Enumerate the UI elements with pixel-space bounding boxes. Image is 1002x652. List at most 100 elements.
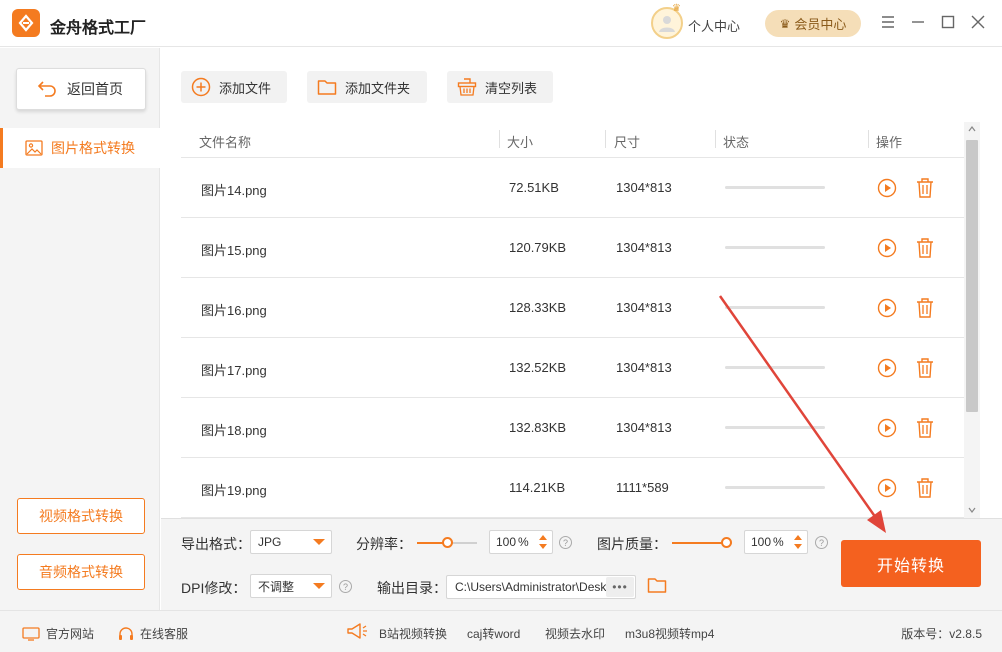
- title-bar: 金舟格式工厂 ♛ 个人中心 ♛ 会员中心: [0, 0, 1002, 47]
- file-dimensions: 1304*813: [616, 240, 672, 255]
- file-dimensions: 1304*813: [616, 300, 672, 315]
- promo-link-watermark[interactable]: 视频去水印: [545, 625, 605, 642]
- crown-icon: ♛: [672, 3, 681, 14]
- table-row[interactable]: 图片15.png 120.79KB 1304*813: [181, 218, 964, 278]
- vip-center-button[interactable]: ♛ 会员中心: [765, 10, 861, 37]
- version-label: 版本号：v2.8.5: [901, 627, 982, 641]
- video-convert-button[interactable]: 视频格式转换: [17, 498, 145, 534]
- close-icon[interactable]: [970, 14, 986, 30]
- megaphone-icon: [346, 622, 368, 643]
- trash-icon[interactable]: [915, 177, 935, 199]
- browse-button[interactable]: •••: [606, 577, 634, 597]
- resolution-label: 分辨率：: [356, 536, 412, 552]
- table-row[interactable]: 图片14.png 72.51KB 1304*813: [181, 158, 964, 218]
- trash-icon[interactable]: [915, 417, 935, 439]
- file-dimensions: 1111*589: [616, 480, 669, 495]
- help-icon[interactable]: ?: [559, 536, 572, 549]
- file-name: 图片17.png: [201, 363, 267, 378]
- basket-icon: [457, 78, 477, 96]
- home-button[interactable]: 返回首页: [16, 68, 146, 110]
- help-icon[interactable]: ?: [815, 536, 828, 549]
- resolution-spinbox[interactable]: 100 %: [489, 530, 553, 554]
- sidebar: 返回首页 图片格式转换 视频格式转换 音频格式转换: [0, 48, 160, 610]
- file-name: 图片15.png: [201, 243, 267, 258]
- start-convert-button[interactable]: 开始转换: [841, 540, 981, 587]
- quality-label: 图片质量：: [597, 536, 667, 552]
- personal-center-link[interactable]: 个人中心: [688, 16, 740, 35]
- add-file-button[interactable]: 添加文件: [181, 71, 287, 103]
- scroll-up-icon[interactable]: [968, 126, 976, 132]
- trash-icon[interactable]: [915, 477, 935, 499]
- column-separator[interactable]: [868, 130, 869, 148]
- play-icon[interactable]: [877, 418, 897, 438]
- trash-icon[interactable]: [915, 357, 935, 379]
- promo-link-bilibili[interactable]: B站视频转换: [379, 625, 447, 642]
- quality-spinbox[interactable]: 100 %: [744, 530, 808, 554]
- table-row[interactable]: 图片16.png 128.33KB 1304*813: [181, 278, 964, 338]
- help-icon[interactable]: ?: [339, 580, 352, 593]
- output-dir-value: C:\Users\Administrator\Desktop: [455, 580, 624, 594]
- folder-icon: [317, 80, 337, 95]
- table-row[interactable]: 图片17.png 132.52KB 1304*813: [181, 338, 964, 398]
- table-row[interactable]: 图片19.png 114.21KB 1111*589: [181, 458, 964, 518]
- online-service-link[interactable]: 在线客服: [118, 625, 188, 642]
- scrollbar-thumb[interactable]: [966, 140, 978, 412]
- audio-convert-button[interactable]: 音频格式转换: [17, 554, 145, 590]
- dpi-select[interactable]: 不调整: [250, 574, 332, 598]
- file-size: 120.79KB: [509, 240, 567, 255]
- spin-up-icon[interactable]: [539, 535, 547, 540]
- vip-center-label: 会员中心: [794, 17, 847, 32]
- resolution-unit: %: [518, 535, 529, 549]
- promo-link-caj[interactable]: caj转word: [467, 625, 520, 642]
- column-filename: 文件名称: [199, 135, 252, 150]
- table-row[interactable]: 图片18.png 132.83KB 1304*813: [181, 398, 964, 458]
- spin-down-icon[interactable]: [539, 544, 547, 549]
- chevron-down-icon: [313, 539, 325, 545]
- image-icon: [25, 140, 43, 156]
- quality-slider[interactable]: [672, 537, 732, 548]
- play-icon[interactable]: [877, 298, 897, 318]
- status-progress-bar: [725, 426, 825, 429]
- official-site-link[interactable]: 官方网站: [22, 625, 94, 642]
- file-size: 114.21KB: [509, 480, 566, 495]
- resolution-value: 100: [496, 535, 517, 549]
- app-logo-icon: [12, 9, 40, 37]
- status-bar: 官方网站 在线客服 B站视频转换 caj转word 视频去水印 m3u8视频转m…: [0, 610, 1002, 652]
- file-size: 132.52KB: [509, 360, 567, 375]
- add-folder-label: 添加文件夹: [345, 80, 411, 96]
- maximize-icon[interactable]: [940, 14, 956, 30]
- resolution-slider-knob[interactable]: [442, 537, 453, 548]
- file-dimensions: 1304*813: [616, 360, 672, 375]
- crown-icon: ♛: [779, 16, 791, 31]
- spin-down-icon[interactable]: [794, 544, 802, 549]
- add-file-label: 添加文件: [219, 80, 272, 96]
- open-folder-icon[interactable]: [647, 576, 667, 597]
- play-icon[interactable]: [877, 358, 897, 378]
- column-separator[interactable]: [605, 130, 606, 148]
- file-name: 图片19.png: [201, 483, 267, 498]
- export-format-select[interactable]: JPG: [250, 530, 332, 554]
- clear-list-button[interactable]: 清空列表: [447, 71, 553, 103]
- trash-icon[interactable]: [915, 297, 935, 319]
- add-folder-button[interactable]: 添加文件夹: [307, 71, 427, 103]
- quality-slider-knob[interactable]: [721, 537, 732, 548]
- quality-value: 100: [751, 535, 772, 549]
- column-separator[interactable]: [715, 130, 716, 148]
- spin-up-icon[interactable]: [794, 535, 802, 540]
- table-scrollbar[interactable]: [964, 122, 980, 518]
- export-format-value: JPG: [258, 535, 282, 549]
- sidebar-item-label: 图片格式转换: [51, 140, 135, 156]
- sidebar-item-image-convert[interactable]: 图片格式转换: [0, 128, 160, 168]
- online-service-label: 在线客服: [140, 627, 189, 641]
- resolution-slider[interactable]: [417, 537, 477, 548]
- promo-link-m3u8[interactable]: m3u8视频转mp4: [625, 625, 714, 642]
- play-icon[interactable]: [877, 478, 897, 498]
- status-progress-bar: [725, 246, 825, 249]
- scroll-down-icon[interactable]: [968, 507, 976, 513]
- play-icon[interactable]: [877, 178, 897, 198]
- column-separator[interactable]: [499, 130, 500, 148]
- trash-icon[interactable]: [915, 237, 935, 259]
- menu-icon[interactable]: [880, 14, 896, 30]
- minimize-icon[interactable]: [910, 14, 926, 30]
- play-icon[interactable]: [877, 238, 897, 258]
